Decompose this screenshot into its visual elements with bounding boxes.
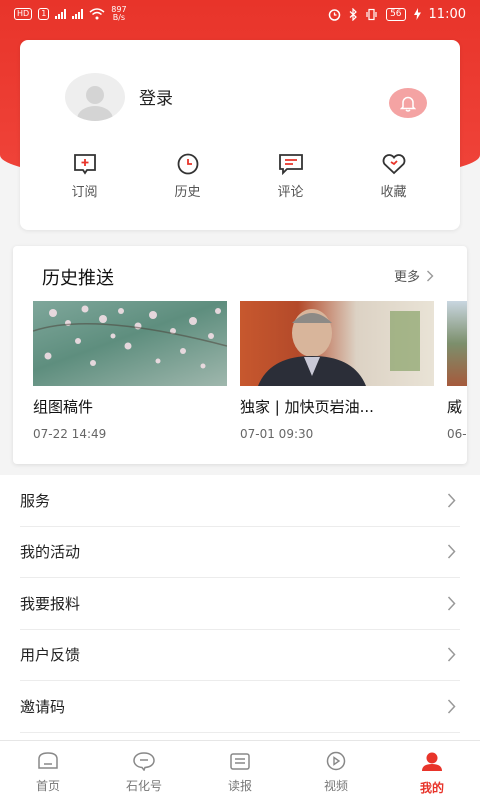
news-time: 06-	[447, 427, 467, 441]
nav-tab-newspaper[interactable]: 读报	[192, 741, 288, 800]
newspaper-icon	[230, 753, 250, 770]
login-link[interactable]: 登录	[139, 84, 173, 109]
section-title: 历史推送	[42, 268, 114, 289]
chevron-right-icon	[447, 699, 456, 714]
nav-tab-mine[interactable]: 我的	[384, 741, 480, 800]
clock-time: 11:00	[428, 6, 466, 22]
chevron-right-icon	[447, 493, 456, 508]
menu-item-news-tip[interactable]: 我要报料	[20, 578, 460, 630]
chevron-right-icon	[447, 596, 456, 611]
net-speed: 897 B/s	[111, 5, 127, 22]
menu-item-feedback[interactable]: 用户反馈	[20, 630, 460, 681]
wifi-icon	[89, 8, 105, 20]
profile-card: 登录 订阅 历史 评论 收藏	[20, 40, 460, 230]
news-title: 威	[447, 398, 463, 416]
news-card[interactable]: 独家 | 加快页岩油... 07-01 09:30	[240, 301, 434, 441]
home-icon	[38, 752, 58, 769]
nav-tab-video[interactable]: 视频	[288, 741, 384, 800]
menu-item-my-activities[interactable]: 我的活动	[20, 527, 460, 578]
signal-icon-2	[72, 9, 84, 19]
menu-item-services[interactable]: 服务	[20, 475, 460, 527]
news-title: 组图稿件	[33, 398, 94, 416]
clock-icon	[177, 153, 198, 175]
news-card[interactable]: 组图稿件 07-22 14:49	[33, 301, 227, 441]
nav-tab-home[interactable]: 首页	[0, 741, 96, 800]
hd-badge: HD	[14, 8, 33, 20]
bell-icon	[400, 96, 416, 112]
news-thumbnail-blossoms	[33, 301, 227, 386]
sim-badge: 1	[38, 8, 50, 20]
profile-icon	[422, 752, 442, 771]
chat-icon	[133, 752, 155, 771]
menu-item-invite-code[interactable]: 邀请码	[20, 681, 460, 733]
comment-icon	[278, 154, 303, 175]
news-card[interactable]: 威 06-	[447, 301, 467, 441]
bluetooth-icon	[349, 7, 357, 21]
news-time: 07-01 09:30	[240, 427, 314, 441]
more-link[interactable]: 更多	[394, 266, 434, 285]
history-push-card: 历史推送 更多 组图稿件 07-22 14:49 独家 | 加快页岩油... 0…	[13, 246, 467, 464]
news-time: 07-22 14:49	[33, 427, 107, 441]
shortcut-subscribe[interactable]: 订阅	[33, 153, 136, 200]
heart-icon	[382, 154, 405, 175]
nav-tab-sinopec-accounts[interactable]: 石化号	[96, 741, 192, 800]
subscribe-icon	[73, 154, 96, 175]
news-title: 独家 | 加快页岩油...	[240, 398, 374, 416]
news-thumbnail-landscape	[447, 301, 467, 386]
chevron-right-icon	[447, 544, 456, 559]
shortcut-row: 订阅 历史 评论 收藏	[20, 153, 460, 200]
menu-list: 服务 我的活动 我要报料 用户反馈 邀请码	[20, 475, 460, 733]
bottom-nav: 首页 石化号 读报 视频 我的	[0, 740, 480, 800]
battery-indicator: 56	[386, 7, 406, 21]
shortcut-comment[interactable]: 评论	[239, 153, 342, 200]
shortcut-favorite[interactable]: 收藏	[342, 153, 445, 200]
alarm-icon	[328, 8, 341, 21]
vibrate-icon	[366, 8, 377, 20]
signal-icon	[55, 9, 67, 19]
chevron-right-icon	[427, 270, 434, 281]
charging-icon	[413, 8, 421, 20]
video-icon	[326, 751, 346, 771]
notification-button[interactable]	[389, 88, 427, 118]
avatar[interactable]	[65, 73, 125, 121]
news-thumbnail-portrait	[240, 301, 434, 386]
news-carousel[interactable]: 组图稿件 07-22 14:49 独家 | 加快页岩油... 07-01 09:…	[33, 301, 467, 441]
shortcut-history[interactable]: 历史	[136, 153, 239, 200]
status-bar: HD 1 897 B/s 56 11:00	[0, 0, 480, 28]
chevron-right-icon	[447, 647, 456, 662]
